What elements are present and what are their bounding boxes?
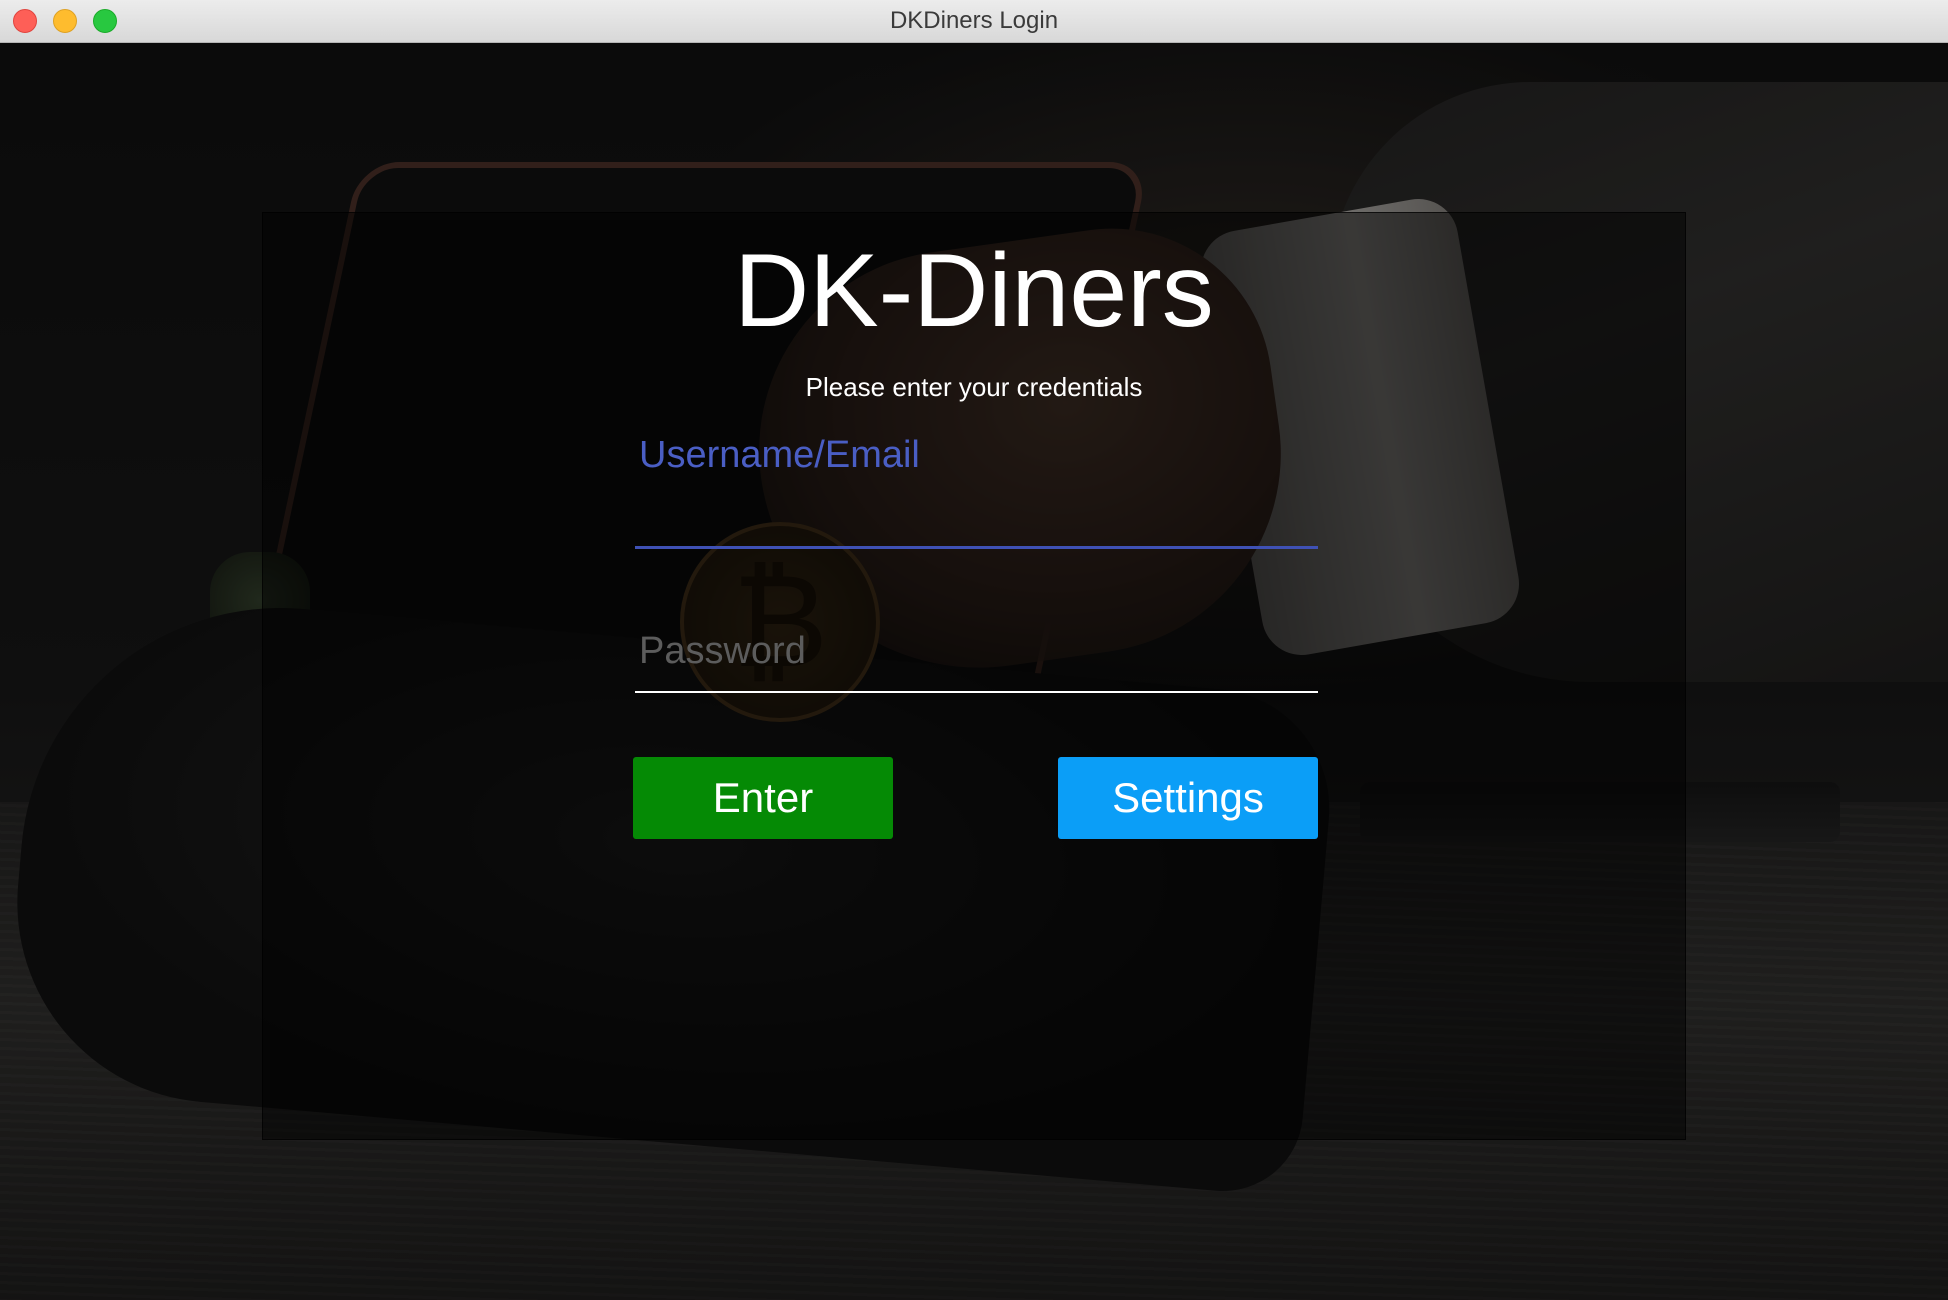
password-input[interactable] [635, 625, 1318, 681]
login-panel: DK-Diners Please enter your credentials … [262, 212, 1686, 1140]
brand-title: DK-Diners [734, 233, 1214, 349]
username-input[interactable] [635, 496, 1318, 542]
password-field[interactable]: Password [635, 613, 1318, 693]
title-bar[interactable]: DKDiners Login [0, 0, 1948, 43]
background-image: ₿ DK-Diners Please enter your credential… [0, 42, 1948, 1300]
window-title: DKDiners Login [889, 7, 1059, 34]
username-label: Username/Email [639, 434, 920, 476]
enter-button[interactable]: Enter [633, 757, 893, 839]
settings-button[interactable]: Settings [1058, 757, 1318, 839]
username-field[interactable]: Username/Email [635, 433, 1318, 549]
credentials-prompt: Please enter your credentials [805, 372, 1143, 402]
login-window: DKDiners Login ₿ DK-Diners Please enter … [0, 0, 1948, 1300]
